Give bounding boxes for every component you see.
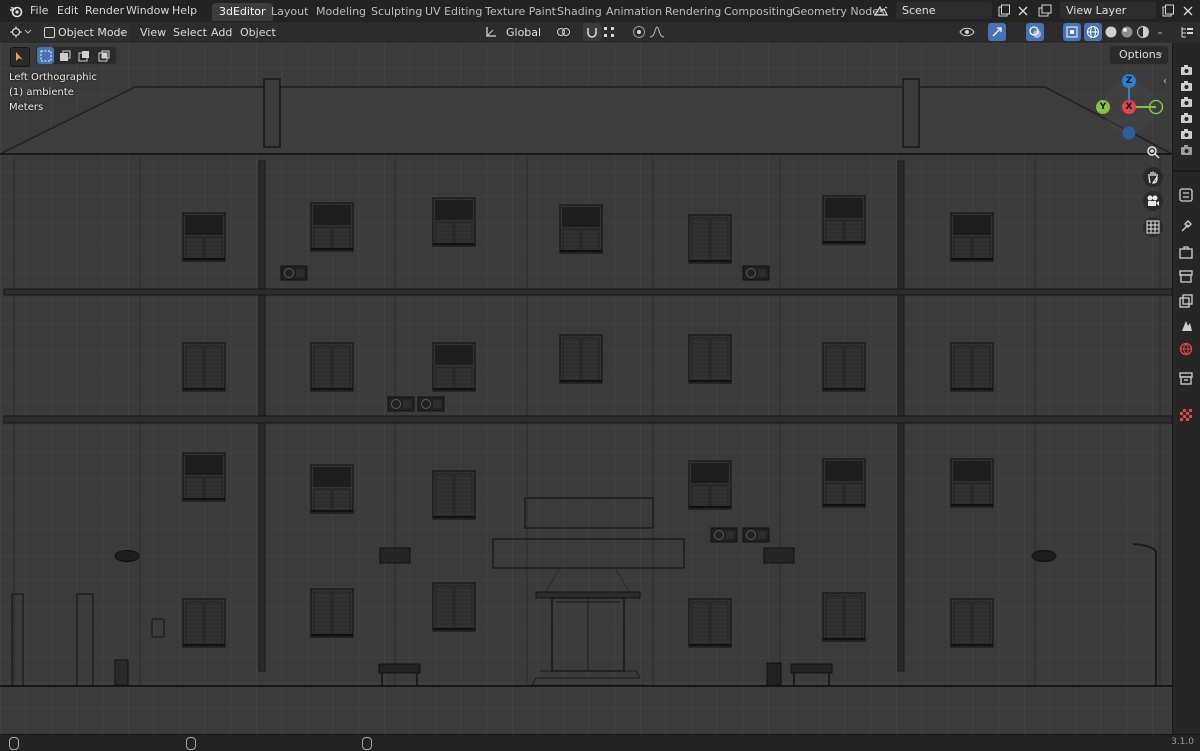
options-label: Options	[1119, 48, 1162, 61]
3d-viewport[interactable]: Options ⌄ Left Orthographic (1) ambiente…	[0, 43, 1172, 734]
mouse-middle-icon	[186, 737, 196, 750]
wireframe-shading-icon[interactable]	[1084, 23, 1102, 41]
menu-window[interactable]: Window	[122, 3, 173, 19]
collection-info: (1) ambiente	[9, 87, 74, 98]
camera-icon[interactable]	[1143, 191, 1163, 211]
selection-mode-group	[36, 47, 116, 64]
view-layer-icon[interactable]	[1036, 2, 1054, 20]
gizmo-icon[interactable]	[988, 23, 1006, 41]
view-layer-field[interactable]: View Layer	[1060, 2, 1156, 19]
version-label: 3.1.0	[1171, 737, 1194, 747]
navigation-gizmo[interactable]: Z Y X	[1096, 71, 1166, 141]
visibility-icon[interactable]	[958, 23, 976, 41]
chevron-down-icon: ⌄	[1156, 48, 1164, 58]
menu-add[interactable]: Add	[208, 24, 235, 41]
select-subtract-icon[interactable]	[75, 47, 92, 64]
rendered-shading-icon[interactable]	[1134, 23, 1152, 41]
transform-orientation-label: Global	[506, 26, 542, 39]
sidebar-expand-icon[interactable]: ‹	[1163, 76, 1167, 87]
falloff-icon[interactable]	[648, 23, 666, 41]
transform-orientation-field[interactable]: Global	[500, 24, 548, 41]
select-extend-icon[interactable]	[56, 47, 73, 64]
overlay-icon[interactable]	[1026, 23, 1044, 41]
view-name: Left Orthographic	[9, 72, 97, 83]
mouse-left-icon	[9, 737, 19, 750]
object-mode-icon	[44, 27, 55, 38]
top-menu-bar: File Edit Render Window Help 3dEditor La…	[0, 0, 1200, 23]
view-layer-name: View Layer	[1066, 4, 1127, 17]
mouse-right-icon	[362, 737, 372, 750]
menu-file[interactable]: File	[26, 3, 52, 19]
snap-icon[interactable]	[583, 23, 601, 41]
scene-icon[interactable]	[872, 2, 890, 20]
remove-view-layer-icon[interactable]	[1179, 2, 1197, 20]
chevron-down-icon: ⌄	[118, 27, 126, 37]
units-label: Meters	[9, 102, 44, 113]
building-wireframe	[0, 43, 1172, 734]
mode-selector[interactable]: Object Mode ⌄	[40, 24, 130, 41]
scene-name: Scene	[902, 4, 936, 17]
viewport-header: Object Mode ⌄ View Select Add Object Glo…	[0, 22, 1200, 44]
new-view-layer-icon[interactable]	[1159, 2, 1177, 20]
select-tool-icon[interactable]	[10, 47, 30, 67]
xray-icon[interactable]	[1063, 23, 1081, 41]
camera-toggle-column	[1173, 65, 1200, 421]
new-scene-icon[interactable]	[995, 2, 1013, 20]
editor-type-icon[interactable]	[8, 23, 34, 41]
properties-tab-strip	[1172, 43, 1200, 734]
zoom-icon[interactable]	[1143, 142, 1163, 162]
tab-layout[interactable]: Layout	[264, 3, 315, 21]
menu-edit[interactable]: Edit	[53, 3, 82, 19]
scene-field[interactable]: Scene	[896, 2, 992, 19]
menu-select[interactable]: Select	[170, 24, 210, 41]
menu-view[interactable]: View	[137, 24, 169, 41]
transform-orientation-icon[interactable]	[482, 23, 500, 41]
axis-y-icon[interactable]: Y	[1096, 100, 1110, 114]
proportional-edit-icon[interactable]	[630, 23, 648, 41]
select-intersect-icon[interactable]	[95, 47, 112, 64]
menu-object[interactable]: Object	[237, 24, 279, 41]
transform-pivot-icon[interactable]	[555, 23, 573, 41]
axis-z-icon[interactable]: Z	[1122, 74, 1136, 88]
menu-help[interactable]: Help	[168, 3, 201, 19]
select-new-icon[interactable]	[37, 47, 54, 64]
snap-target-icon[interactable]	[600, 23, 618, 41]
status-bar: 3.1.0	[0, 734, 1200, 751]
pan-hand-icon[interactable]	[1143, 167, 1163, 187]
blender-logo-icon[interactable]	[7, 2, 25, 20]
remove-scene-icon[interactable]	[1014, 2, 1032, 20]
mode-label: Object Mode	[58, 26, 128, 39]
outliner-toggle-icon[interactable]	[1178, 23, 1196, 41]
grid-icon[interactable]	[1143, 217, 1163, 237]
options-dropdown[interactable]: Options ⌄	[1110, 46, 1168, 64]
shading-options-icon[interactable]: ⌄	[1151, 23, 1169, 41]
axis-x-icon[interactable]: X	[1122, 100, 1136, 114]
